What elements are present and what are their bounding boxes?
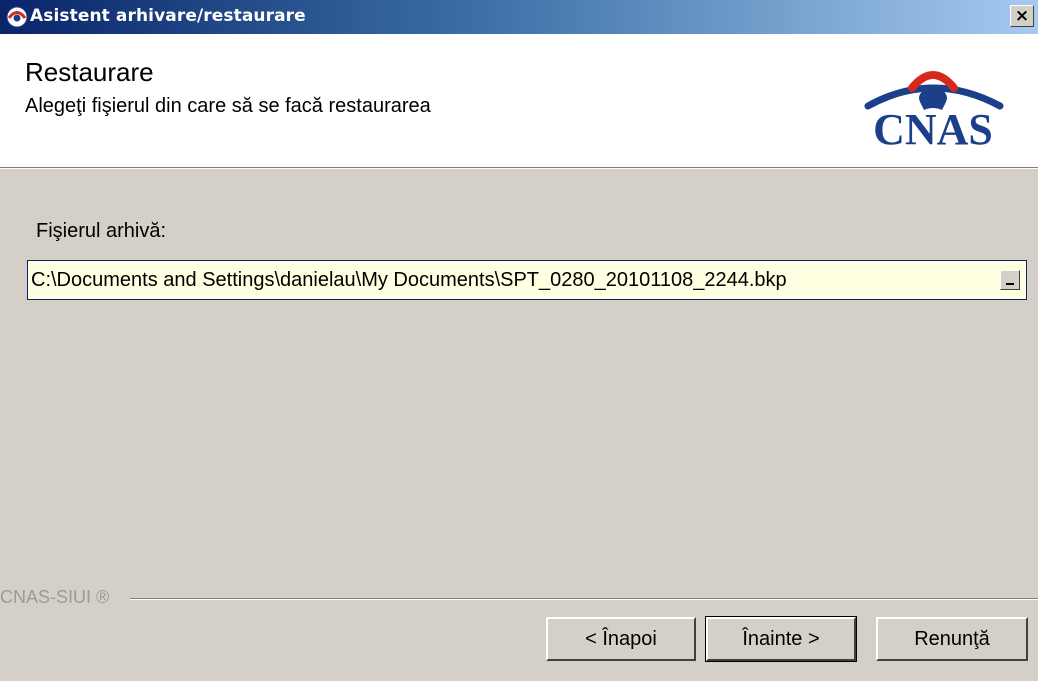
close-icon: × — [1014, 5, 1030, 26]
footer-brand: CNAS-SIUI ® — [0, 587, 120, 608]
window-title: Asistent arhivare/restaurare — [30, 6, 306, 26]
app-icon — [6, 6, 28, 28]
footer-divider — [130, 598, 1038, 600]
logo-text: CNAS — [873, 105, 993, 150]
page-title: Restaurare — [25, 57, 154, 87]
back-button[interactable]: < Înapoi — [546, 617, 696, 661]
cnas-logo-icon: CNAS — [864, 71, 1004, 150]
archive-file-field[interactable] — [27, 260, 1027, 300]
archive-file-input[interactable] — [31, 264, 986, 296]
archive-file-label: Fişierul arhivă: — [36, 220, 167, 242]
close-button[interactable]: × — [1010, 5, 1034, 27]
ellipsis-browse-icon — [1006, 283, 1014, 285]
browse-button[interactable] — [1000, 270, 1020, 290]
cancel-button[interactable]: Renunţă — [876, 617, 1028, 661]
page-subtitle: Alegeţi fişierul din care să se facă res… — [25, 95, 431, 117]
title-bar: Asistent arhivare/restaurare × — [0, 0, 1038, 34]
next-button[interactable]: Înainte > — [705, 616, 857, 662]
